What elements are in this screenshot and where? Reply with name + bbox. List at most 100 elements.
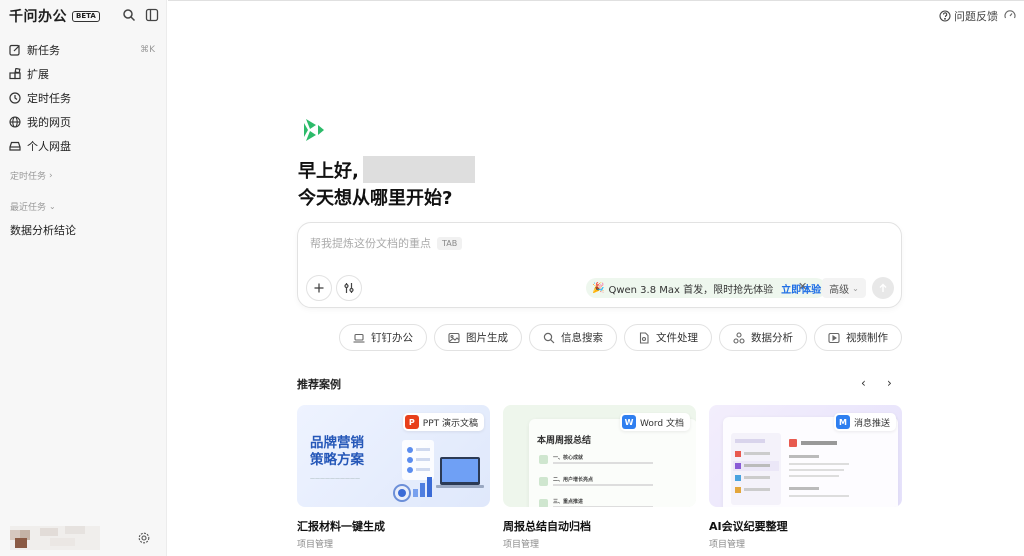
card-tag-label: Word 文档 [640, 418, 684, 429]
next-arrow-icon[interactable]: › [887, 376, 892, 390]
sidebar-item-new-task[interactable]: 新任务 ⌘K [0, 38, 167, 62]
advanced-label: 高级 [829, 284, 850, 296]
row-line [553, 506, 653, 507]
sidebar-toggle-icon[interactable] [145, 8, 159, 22]
target-icon [539, 499, 548, 507]
word-preview-row: 二、用户增长亮点 [539, 475, 669, 493]
section-label: 定时任务 [10, 172, 47, 182]
case-card-word[interactable]: 本周周报总结 一、核心成就 二、用户增长亮点 三、重点推进 W Word 文档 [503, 405, 696, 507]
section-scheduled[interactable]: 定时任务 › [10, 169, 53, 183]
party-icon: 🎉 [592, 282, 605, 294]
search-icon[interactable] [122, 8, 136, 22]
feedback-button[interactable]: 问题反馈 [939, 8, 998, 24]
sliders-icon [344, 283, 354, 293]
tools-button[interactable] [336, 275, 362, 301]
card-title[interactable]: 周报总结自动归档 [503, 518, 591, 534]
brand: 千问办公 BETA [9, 6, 100, 26]
chip-label: 视频制作 [846, 332, 888, 344]
send-button[interactable] [872, 277, 894, 299]
greeting-text: 早上好, [298, 160, 359, 182]
case-card-ppt[interactable]: 品牌营销 策略方案 —————————— P PPT 演示文稿 [297, 405, 490, 507]
sidebar-item-label: 我的网页 [27, 116, 71, 129]
word-preview-title: 本周周报总结 [537, 436, 592, 446]
word-icon: W [622, 415, 636, 429]
card-title[interactable]: 汇报材料一键生成 [297, 518, 385, 534]
plus-icon [314, 283, 324, 293]
composer: 帮我提炼这份文档的重点 TAB 🎉 Qwen 3.8 Max 首发，限时抢先体验… [297, 222, 902, 308]
recommend-title: 推荐案例 [297, 378, 341, 391]
search-icon [543, 332, 555, 343]
sidebar-item-extensions[interactable]: 扩展 [0, 62, 167, 86]
sidebar-item-my-pages[interactable]: 我的网页 [0, 110, 167, 134]
avatar[interactable] [10, 526, 100, 550]
close-icon[interactable]: ✕ [798, 280, 807, 293]
chevron-right-icon: › [49, 170, 53, 181]
advanced-select[interactable]: 高级 ⌄ [822, 278, 866, 298]
row-title: 二、用户增长亮点 [553, 477, 594, 483]
tab-badge: TAB [437, 236, 463, 250]
card-subtitle: 项目管理 [709, 540, 746, 550]
promo-banner[interactable]: 🎉 Qwen 3.8 Max 首发，限时抢先体验 立即体验 [586, 278, 826, 298]
sidebar: 千问办公 BETA 新任务 ⌘K 扩展 定时任务 我的网页 个人网盘 定时任务 … [0, 0, 167, 556]
card-tag: P PPT 演示文稿 [402, 413, 484, 431]
sidebar-nav: 新任务 ⌘K 扩展 定时任务 我的网页 个人网盘 [0, 38, 167, 158]
gauge-icon[interactable] [1004, 9, 1016, 21]
row-title: 三、重点推进 [553, 499, 584, 505]
chip-data[interactable]: 数据分析 [719, 324, 807, 351]
chip-label: 信息搜索 [561, 332, 603, 344]
card-preview-title: 品牌营销 策略方案 [310, 435, 364, 468]
section-recent[interactable]: 最近任务 ⌄ [10, 200, 56, 213]
clock-icon [9, 92, 21, 104]
chip-label: 数据分析 [751, 332, 793, 344]
video-icon [828, 332, 840, 343]
promo-text: Qwen 3.8 Max 首发，限时抢先体验 [608, 284, 774, 296]
image-icon [448, 332, 460, 343]
chip-label: 文件处理 [656, 332, 698, 344]
edit-icon [9, 44, 20, 56]
word-preview: 本周周报总结 一、核心成就 二、用户增长亮点 三、重点推进 [529, 419, 696, 507]
card-tag-label: 消息推送 [853, 418, 890, 429]
brand-name: 千问办公 [9, 9, 67, 25]
arrow-up-icon [879, 283, 887, 292]
sidebar-item-drive[interactable]: 个人网盘 [0, 134, 167, 158]
card-tag-label: PPT 演示文稿 [422, 418, 478, 429]
shortcut-hint: ⌘K [140, 45, 155, 55]
sidebar-item-scheduled[interactable]: 定时任务 [0, 86, 167, 110]
extension-icon [9, 68, 21, 80]
chip-video[interactable]: 视频制作 [814, 324, 902, 351]
word-preview-row: 三、重点推进 [539, 497, 669, 507]
settings-icon[interactable] [138, 532, 150, 544]
chip-image-gen[interactable]: 图片生成 [434, 324, 522, 351]
add-attachment-button[interactable] [306, 275, 332, 301]
quick-actions: 钉钉办公 图片生成 信息搜索 文件处理 数据分析 视频制作 [339, 324, 902, 351]
card-title[interactable]: AI会议纪要整理 [709, 518, 788, 534]
word-preview-row: 一、核心成就 [539, 453, 669, 471]
chip-search[interactable]: 信息搜索 [529, 324, 617, 351]
laptop-icon [353, 333, 365, 343]
chevron-down-icon: ⌄ [852, 283, 859, 293]
feedback-label: 问题反馈 [954, 10, 998, 23]
beta-badge: BETA [72, 10, 100, 22]
recent-task-item[interactable]: 数据分析结论 [10, 222, 76, 238]
section-label: 最近任务 [10, 203, 47, 213]
card-preview-subtitle: —————————— [310, 476, 360, 482]
prev-arrow-icon[interactable]: ‹ [861, 376, 866, 390]
chart-icon [539, 455, 548, 464]
drive-icon [9, 141, 21, 151]
composer-input[interactable]: 帮我提炼这份文档的重点 TAB [310, 235, 463, 251]
chevron-down-icon: ⌄ [49, 202, 56, 211]
greeting: 早上好, [298, 156, 475, 183]
globe-icon [9, 116, 21, 128]
case-card-message[interactable]: M 消息推送 [709, 405, 902, 507]
chip-dingtalk[interactable]: 钉钉办公 [339, 324, 427, 351]
ppt-icon: P [404, 415, 419, 429]
card-tag: M 消息推送 [833, 413, 896, 431]
top-divider [168, 0, 1024, 2]
row-line [553, 462, 653, 464]
row-line [553, 484, 653, 486]
ppt-illustration [393, 440, 484, 502]
chip-file[interactable]: 文件处理 [624, 324, 712, 351]
message-icon: M [835, 415, 850, 429]
sidebar-item-label: 扩展 [27, 68, 49, 81]
composer-placeholder: 帮我提炼这份文档的重点 [310, 237, 431, 250]
